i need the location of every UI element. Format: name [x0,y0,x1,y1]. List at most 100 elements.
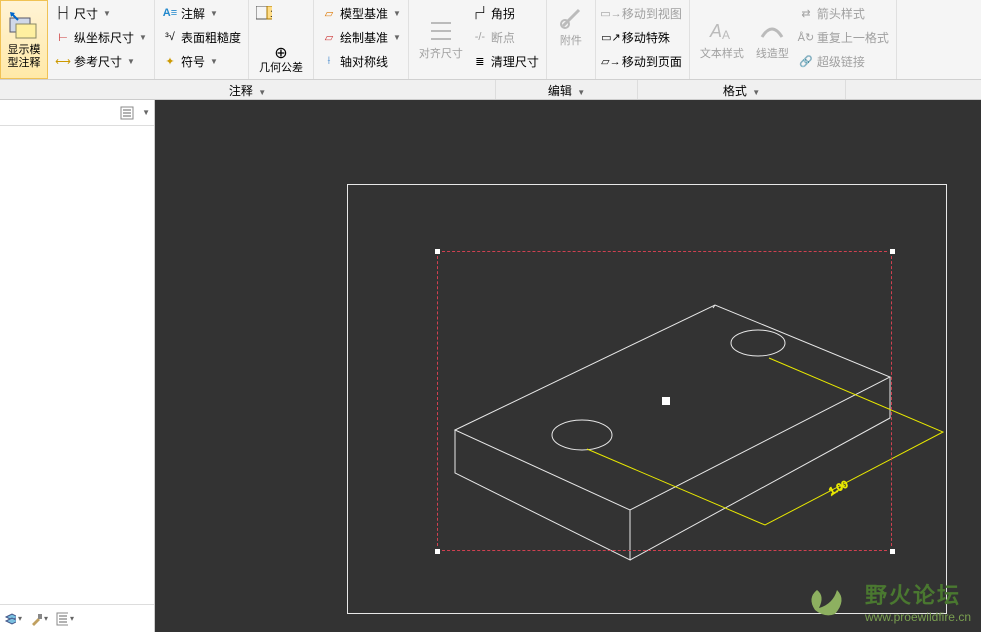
watermark-title: 野火论坛 [865,578,971,610]
dropdown-arrow-icon: ▼ [210,57,218,66]
center-handle[interactable] [662,397,670,405]
model-datum-button[interactable]: ▱模型基准▼ [318,2,404,24]
dropdown-arrow-icon: ▼ [393,9,401,18]
svg-text:A: A [709,21,722,41]
text-style-icon: AA [708,17,736,45]
show-model-annotations-button[interactable]: 显示模型注释 [0,0,48,79]
dimension-icon: ├┤ [55,5,71,21]
draw-datum-button[interactable]: ▱绘制基准▼ [318,26,404,48]
align-icon [427,17,455,45]
draw-datum-icon: ▱ [321,29,337,45]
gtol-group: 1M ⊕ 几何公差 [249,0,314,79]
ref-dim-button[interactable]: ⟷参考尺寸▼ [52,50,150,72]
break-button: -/-断点 [469,26,542,48]
dropdown-arrow-icon: ▼ [103,9,111,18]
repeat-icon: Å↻ [798,29,814,45]
model-annotation-icon [8,10,40,42]
align-dim-button: 对齐尺寸 [413,2,469,77]
attach-button: 附件 [551,2,591,50]
gtol-icon: ⊕ [273,46,289,62]
layers-icon [4,612,16,626]
axis-symmetry-button[interactable]: ⟊轴对称线 [318,50,404,72]
panel-body[interactable] [0,126,154,604]
gtol-frame-icon: 1M [256,5,272,21]
corner-button[interactable]: ┌┘角拐 [469,2,542,24]
main-area: ▼ ▾ ▾ ▾ 1.00 [0,100,981,632]
list-icon [56,612,68,626]
symbol-icon: ✦ [162,53,178,69]
axis-icon: ⟊ [321,53,337,69]
move-special-button[interactable]: ▭↗移动特殊 [600,26,685,48]
note-icon: A≡ [162,5,178,21]
svg-text:1M: 1M [270,9,272,20]
roughness-icon: ³√ [162,29,178,45]
big-button-label: 显示模型注释 [3,44,45,68]
model-tree-panel: ▼ ▾ ▾ ▾ [0,100,155,632]
geom-tolerance-button[interactable]: ⊕ 几何公差 [253,46,309,77]
dropdown-arrow-icon: ▼ [752,88,760,97]
svg-text:A: A [722,28,730,42]
attach-icon [557,4,585,32]
panel-bottom-toolbar: ▾ ▾ ▾ [0,604,154,632]
tab-edit[interactable]: 编辑 ▼ [496,80,638,99]
display-button[interactable]: ▾ [56,610,74,628]
dropdown-arrow-icon: ▼ [577,88,585,97]
corner-icon: ┌┘ [472,5,488,21]
tab-annotate[interactable]: 注释 ▼ [0,80,496,99]
hyperlink-icon: 🔗 [798,53,814,69]
resize-handle-ne[interactable] [889,248,896,255]
move-special-icon: ▭↗ [603,29,619,45]
move-group: ▭→移动到视图 ▭↗移动特殊 ▱→移动到页面 [596,0,690,79]
note-button[interactable]: A≡注解▼ [159,2,244,24]
resize-handle-sw[interactable] [434,548,441,555]
dimension-button[interactable]: ├┤尺寸▼ [52,2,150,24]
text-style-button: AA 文本样式 [694,2,750,77]
arrow-style-button: ⇄箭头样式 [795,2,892,24]
layer-button[interactable]: ▾ [4,610,22,628]
cleanup-dim-button[interactable]: ≣清理尺寸 [469,50,542,72]
model-datum-icon: ▱ [321,5,337,21]
cleanup-group: 对齐尺寸 ┌┘角拐 -/-断点 ≣清理尺寸 [409,0,547,79]
line-style-icon [758,17,786,45]
format-group: AA 文本样式 线造型 ⇄箭头样式 Å↻重复上一格式 🔗超级链接 [690,0,897,79]
refdim-icon: ⟷ [55,53,71,69]
gtol-icon-button[interactable]: 1M [253,2,309,24]
tab-format[interactable]: 格式 ▼ [638,80,846,99]
resize-handle-se[interactable] [889,548,896,555]
annotation-group: A≡注解▼ ³√表面粗糙度 ✦符号▼ [155,0,249,79]
settings-button[interactable]: ▾ [30,610,48,628]
move-to-page-button[interactable]: ▱→移动到页面 [600,50,685,72]
dropdown-arrow-icon[interactable]: ▼ [142,108,150,117]
dropdown-arrow-icon: ▼ [258,88,266,97]
cleanup-icon: ≣ [472,53,488,69]
hammer-icon [30,612,42,626]
move-view-icon: ▭→ [603,5,619,21]
move-page-icon: ▱→ [603,53,619,69]
roughness-button[interactable]: ³√表面粗糙度 [159,26,244,48]
ribbon-toolbar: 显示模型注释 ├┤尺寸▼ ⊢纵坐标尺寸▼ ⟷参考尺寸▼ A≡注解▼ ³√表面粗糙… [0,0,981,80]
watermark-url: www.proewildfire.cn [865,610,971,624]
attach-group: 附件 [547,0,596,79]
ribbon-tab-bar: 注释 ▼ 编辑 ▼ 格式 ▼ [0,80,981,100]
panel-menu-button[interactable] [118,104,136,122]
break-icon: -/- [472,29,488,45]
resize-handle-nw[interactable] [434,248,441,255]
ordinate-dim-button[interactable]: ⊢纵坐标尺寸▼ [52,26,150,48]
panel-toolbar: ▼ [0,100,154,126]
move-to-view-button: ▭→移动到视图 [600,2,685,24]
symbol-button[interactable]: ✦符号▼ [159,50,244,72]
dropdown-arrow-icon: ▼ [139,33,147,42]
list-icon [120,106,134,120]
dropdown-arrow-icon: ▼ [127,57,135,66]
arrow-style-icon: ⇄ [798,5,814,21]
ordinate-icon: ⊢ [55,29,71,45]
drawing-canvas[interactable]: 1.00 野火论坛 www.proewildfire.cn [155,100,981,632]
dropdown-arrow-icon: ▼ [393,33,401,42]
wildfire-logo-icon [805,580,851,620]
line-style-button: 线造型 [750,2,795,77]
dimension-group: ├┤尺寸▼ ⊢纵坐标尺寸▼ ⟷参考尺寸▼ [48,0,155,79]
dropdown-arrow-icon: ▼ [210,9,218,18]
hyperlink-button: 🔗超级链接 [795,50,892,72]
watermark: 野火论坛 www.proewildfire.cn [865,578,971,624]
datum-group: ▱模型基准▼ ▱绘制基准▼ ⟊轴对称线 [314,0,409,79]
